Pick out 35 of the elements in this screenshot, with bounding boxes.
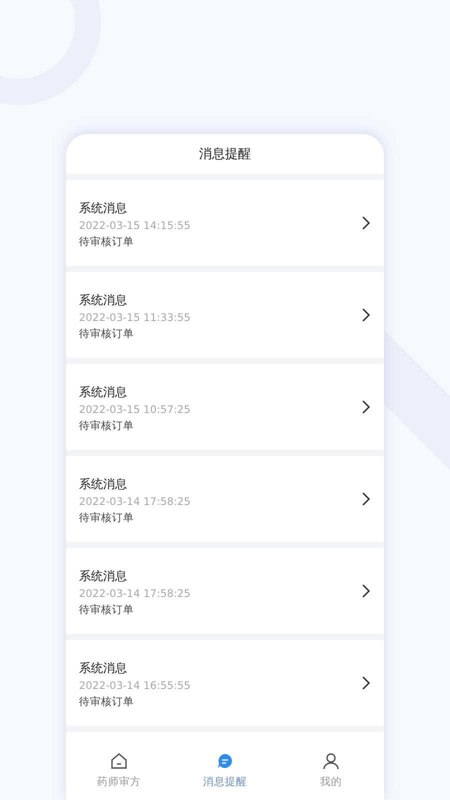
message-time: 2022-03-14 17:58:25 xyxy=(79,496,191,508)
person-icon xyxy=(322,752,340,770)
message-time: 2022-03-15 10:57:25 xyxy=(79,404,191,416)
message-time: 2022-03-15 14:15:55 xyxy=(79,220,191,232)
message-body: 待审核订单 xyxy=(79,694,135,708)
message-body: 待审核订单 xyxy=(79,326,135,340)
chevron-right-icon xyxy=(362,584,370,598)
message-card[interactable]: 系统消息 2022-03-15 11:33:55 待审核订单 xyxy=(66,272,384,358)
message-card[interactable]: 系统消息 2022-03-14 16:55:55 待审核订单 xyxy=(66,640,384,726)
chevron-right-icon xyxy=(362,216,370,230)
home-icon xyxy=(110,752,128,770)
message-title: 系统消息 xyxy=(79,568,128,584)
chevron-right-icon xyxy=(362,308,370,322)
message-title: 系统消息 xyxy=(79,476,128,492)
message-title: 系统消息 xyxy=(79,292,128,308)
message-body: 待审核订单 xyxy=(79,234,135,248)
page-title: 消息提醒 xyxy=(199,146,251,163)
message-card[interactable]: 系统消息 2022-03-14 17:58:25 待审核订单 xyxy=(66,548,384,634)
message-body: 待审核订单 xyxy=(79,602,135,616)
message-time: 2022-03-14 17:58:25 xyxy=(79,588,191,600)
message-title: 系统消息 xyxy=(79,384,128,400)
message-time: 2022-03-15 11:33:55 xyxy=(79,312,191,324)
message-card[interactable]: 系统消息 2022-03-15 10:57:25 待审核订单 xyxy=(66,364,384,450)
message-title: 系统消息 xyxy=(79,660,128,676)
message-card[interactable] xyxy=(66,732,384,740)
message-time: 2022-03-14 16:55:55 xyxy=(79,680,191,692)
chevron-right-icon xyxy=(362,400,370,414)
chevron-right-icon xyxy=(362,676,370,690)
message-card[interactable]: 系统消息 2022-03-14 17:58:25 待审核订单 xyxy=(66,456,384,542)
chat-bubble-icon xyxy=(216,752,234,770)
message-body: 待审核订单 xyxy=(79,418,135,432)
message-card[interactable]: 系统消息 2022-03-15 14:15:55 待审核订单 xyxy=(66,180,384,266)
message-title: 系统消息 xyxy=(79,200,128,216)
chevron-right-icon xyxy=(362,492,370,506)
message-body: 待审核订单 xyxy=(79,510,135,524)
